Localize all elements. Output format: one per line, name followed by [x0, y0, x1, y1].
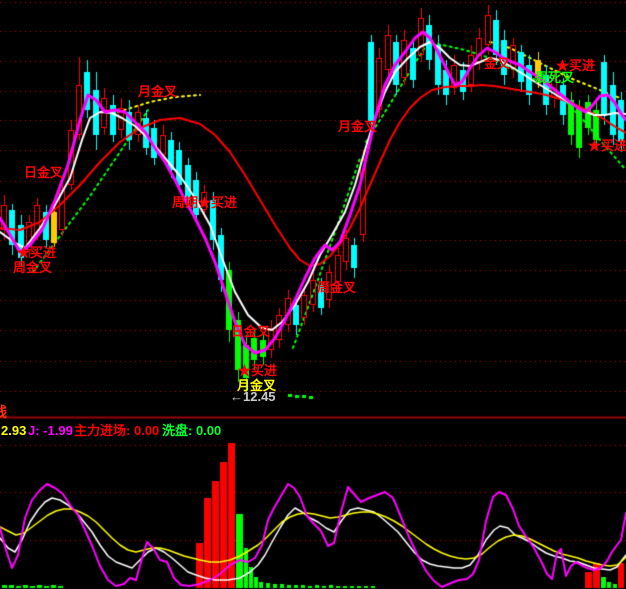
kdj-d-value: 2.93	[1, 423, 26, 438]
main-force-value: 主力进场: 0.00	[74, 423, 159, 438]
indicator-name-fragment: 线	[0, 402, 7, 422]
candlestick-and-indicator-chart[interactable]	[0, 0, 626, 589]
kdj-j-value: J: -1.99	[28, 423, 73, 438]
indicator-header-row: 2.93 J: -1.99 主力进场: 0.00 洗盘: 0.00	[0, 423, 626, 439]
wash-value: 洗盘: 0.00	[162, 423, 221, 438]
stock-trading-chart-window: 月金叉日金叉★买进周金叉周期★买进月金叉周金叉日金叉★买进月金叉←12.45金叉…	[0, 0, 626, 589]
